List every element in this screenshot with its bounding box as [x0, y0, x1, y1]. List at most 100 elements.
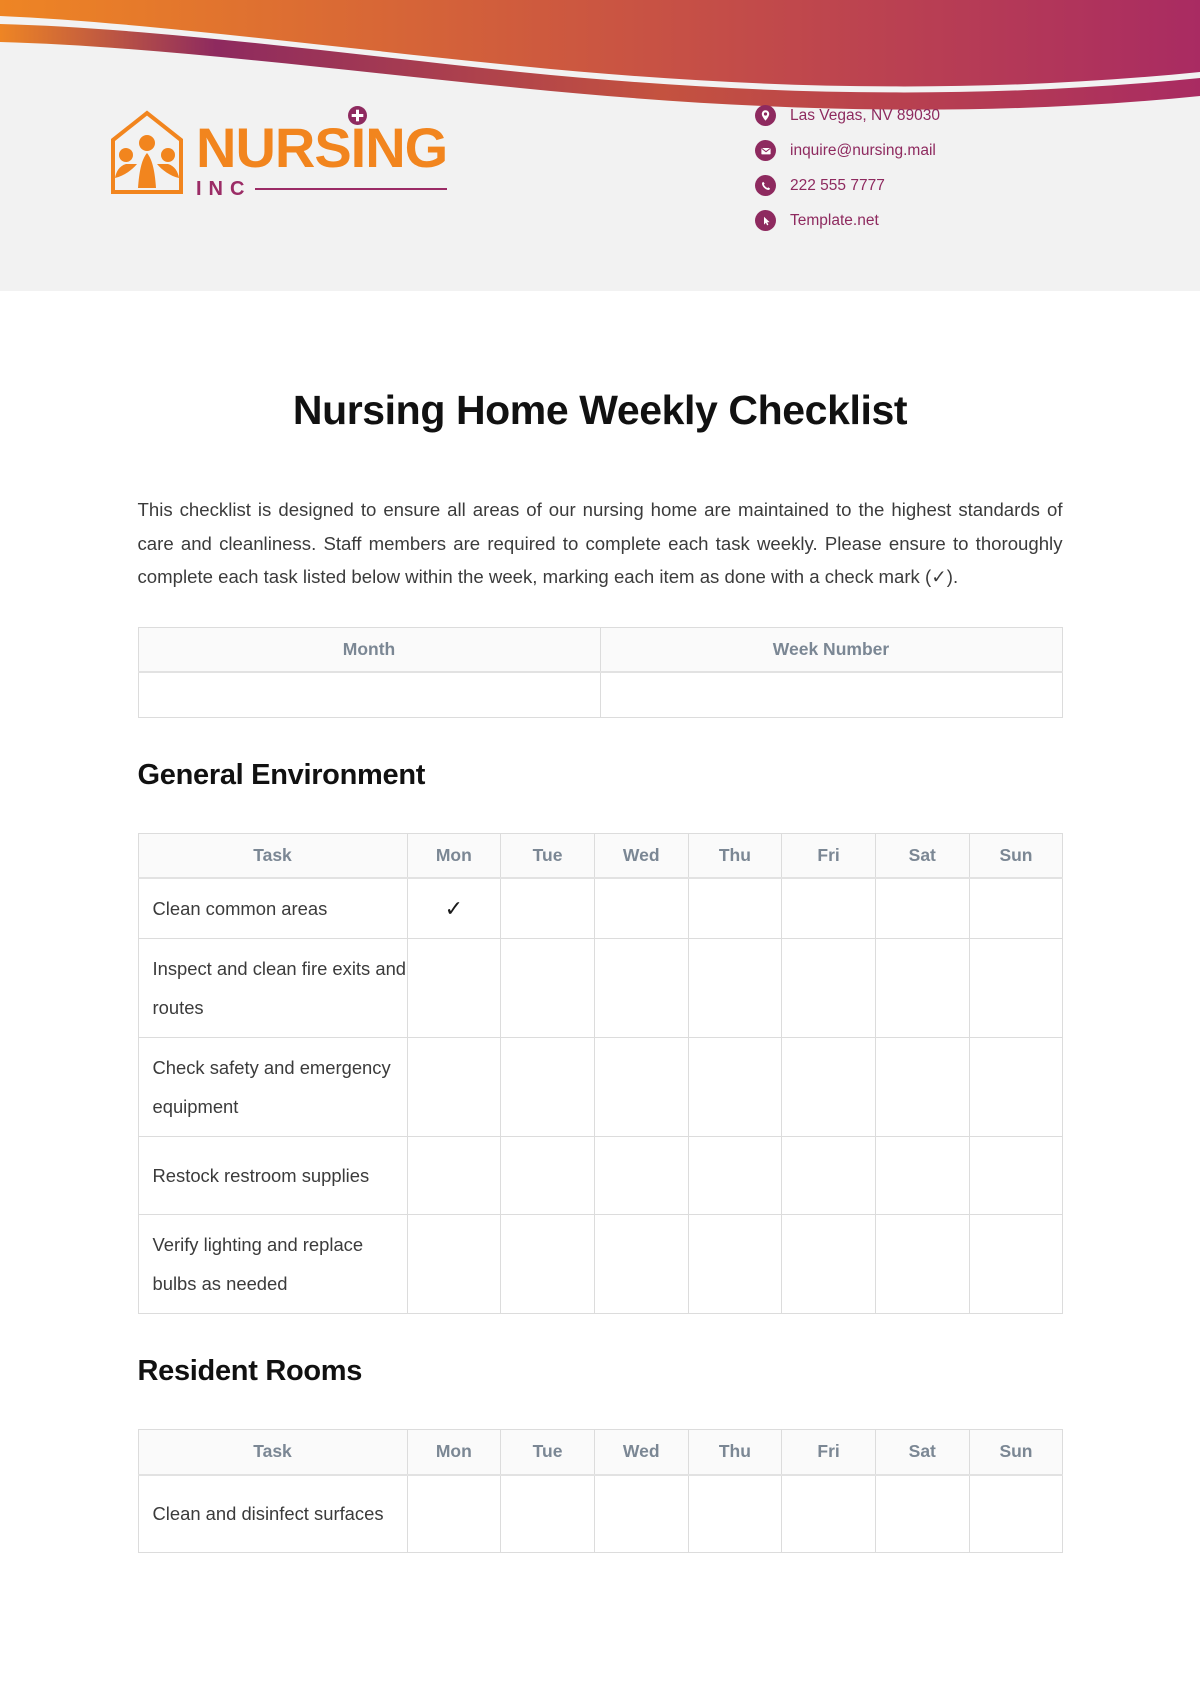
table-row: Clean and disinfect surfaces [137, 1474, 1064, 1553]
table-row: Inspect and clean fire exits and routes [137, 938, 1064, 1038]
task-label: Restock restroom supplies [137, 1136, 408, 1215]
section-heading-resident-rooms: Resident Rooms [137, 1355, 363, 1387]
checkbox-cell-tue[interactable] [500, 938, 595, 1038]
checkbox-cell-tue[interactable] [500, 1136, 595, 1215]
checkbox-cell-sat[interactable] [874, 877, 970, 939]
contact-email-text: inquire@nursing.mail [790, 141, 936, 159]
table-row: Clean common areas ✓ [137, 877, 1064, 939]
checkbox-cell-mon[interactable] [406, 1037, 502, 1137]
contact-item-email[interactable]: inquire@nursing.mail [755, 133, 940, 168]
contact-item-phone[interactable]: 222 555 7777 [755, 168, 940, 203]
checkbox-cell-tue[interactable] [500, 1037, 595, 1137]
header-fri: Fri [781, 1429, 876, 1476]
header-sat: Sat [874, 1429, 970, 1476]
cursor-arrow-icon [755, 210, 776, 231]
header-sun: Sun [968, 1429, 1064, 1476]
brand-logo: NURSING INC [108, 106, 448, 201]
intro-paragraph: This checklist is designed to ensure all… [137, 499, 1063, 587]
header-mon: Mon [406, 1429, 502, 1476]
header-tue: Tue [500, 832, 595, 879]
week-number-value-cell[interactable] [599, 671, 1063, 718]
checkbox-cell-sat[interactable] [874, 1214, 970, 1314]
checkbox-cell-thu[interactable] [687, 938, 783, 1038]
contact-info-list: Las Vegas, NV 89030 inquire@nursing.mail [755, 98, 940, 238]
checkbox-cell-mon[interactable] [406, 1474, 502, 1553]
month-week-table: Month Week Number [137, 626, 1063, 718]
checkbox-cell-thu[interactable] [687, 1037, 783, 1137]
general-environment-table-wrapper: Task Mon Tue Wed Thu Fri Sat Sun Clean c… [137, 832, 1064, 1314]
checkbox-cell-wed[interactable] [593, 1136, 689, 1215]
checkbox-cell-sat[interactable] [874, 1037, 970, 1137]
resident-rooms-table-wrapper: Task Mon Tue Wed Thu Fri Sat Sun Clean a… [137, 1429, 1064, 1553]
header-task: Task [137, 832, 408, 879]
checkbox-cell-mon[interactable] [406, 1136, 502, 1215]
checkbox-cell-wed[interactable] [593, 1474, 689, 1553]
table-row: Check safety and emergency equipment [137, 1037, 1064, 1137]
checkbox-cell-fri[interactable] [781, 1214, 876, 1314]
checkbox-cell-fri[interactable] [781, 1474, 876, 1553]
checkbox-cell-sun[interactable] [968, 1037, 1064, 1137]
checkbox-cell-mon[interactable] [406, 1214, 502, 1314]
header-fri: Fri [781, 832, 876, 879]
nursing-home-logo-icon [111, 110, 183, 194]
contact-item-website[interactable]: Template.net [755, 203, 940, 238]
checkbox-cell-mon[interactable] [406, 938, 502, 1038]
checkbox-cell-sun[interactable] [968, 1474, 1064, 1553]
checkbox-cell-sat[interactable] [874, 938, 970, 1038]
document-body: Nursing Home Weekly Checklist This check… [0, 291, 1200, 1553]
header-wed: Wed [593, 1429, 689, 1476]
header-wed: Wed [593, 832, 689, 879]
contact-phone-text: 222 555 7777 [790, 176, 885, 194]
checkbox-cell-sat[interactable] [874, 1474, 970, 1553]
checkbox-cell-sat[interactable] [874, 1136, 970, 1215]
checkbox-cell-wed[interactable] [593, 938, 689, 1038]
table-header-row: Month Week Number [137, 626, 1063, 673]
checkbox-cell-thu[interactable] [687, 1474, 783, 1553]
table-row [137, 671, 1063, 718]
checkbox-cell-wed[interactable] [593, 1214, 689, 1314]
meta-table-wrapper: Month Week Number [137, 626, 1063, 718]
table-header-row: Task Mon Tue Wed Thu Fri Sat Sun [137, 832, 1064, 879]
table-row: Restock restroom supplies [137, 1136, 1064, 1215]
header-sat: Sat [874, 832, 970, 879]
location-pin-icon [755, 105, 776, 126]
checkbox-cell-fri[interactable] [781, 877, 876, 939]
contact-item-address: Las Vegas, NV 89030 [755, 98, 940, 133]
page-title: Nursing Home Weekly Checklist [292, 387, 908, 433]
checkbox-cell-tue[interactable] [500, 1214, 595, 1314]
table-header-row: Task Mon Tue Wed Thu Fri Sat Sun [137, 1429, 1064, 1476]
header-sun: Sun [968, 832, 1064, 879]
contact-address-text: Las Vegas, NV 89030 [790, 106, 940, 124]
checkbox-cell-fri[interactable] [781, 1136, 876, 1215]
logo-underline [255, 188, 448, 191]
task-label: Check safety and emergency equipment [137, 1037, 408, 1137]
medical-cross-icon [348, 106, 367, 125]
header-week-number: Week Number [599, 626, 1063, 673]
header-mon: Mon [406, 832, 502, 879]
task-label: Clean common areas [137, 877, 408, 939]
checkbox-cell-tue[interactable] [500, 877, 595, 939]
checkbox-cell-wed[interactable] [593, 1037, 689, 1137]
checkbox-cell-thu[interactable] [687, 1136, 783, 1215]
header-month: Month [137, 626, 601, 673]
month-value-cell[interactable] [137, 671, 601, 718]
section-heading-general-environment: General Environment [137, 758, 426, 791]
checkbox-cell-sun[interactable] [968, 938, 1064, 1038]
contact-website-text: Template.net [790, 211, 879, 229]
checkbox-cell-sun[interactable] [968, 877, 1064, 939]
checkbox-cell-wed[interactable] [593, 877, 689, 939]
page-header: NURSING INC Las Vegas, NV 89030 inquire@… [0, 0, 1200, 291]
envelope-icon [755, 140, 776, 161]
checkbox-cell-sun[interactable] [968, 1214, 1064, 1314]
checkbox-cell-mon[interactable]: ✓ [406, 877, 502, 939]
header-task: Task [137, 1429, 408, 1476]
table-row: Verify lighting and replace bulbs as nee… [137, 1214, 1064, 1314]
checkbox-cell-thu[interactable] [687, 877, 783, 939]
header-tue: Tue [500, 1429, 595, 1476]
checkbox-cell-fri[interactable] [781, 1037, 876, 1137]
checkbox-cell-sun[interactable] [968, 1136, 1064, 1215]
checkbox-cell-thu[interactable] [687, 1214, 783, 1314]
checkbox-cell-tue[interactable] [500, 1474, 595, 1553]
checkbox-cell-fri[interactable] [781, 938, 876, 1038]
header-thu: Thu [687, 832, 783, 879]
